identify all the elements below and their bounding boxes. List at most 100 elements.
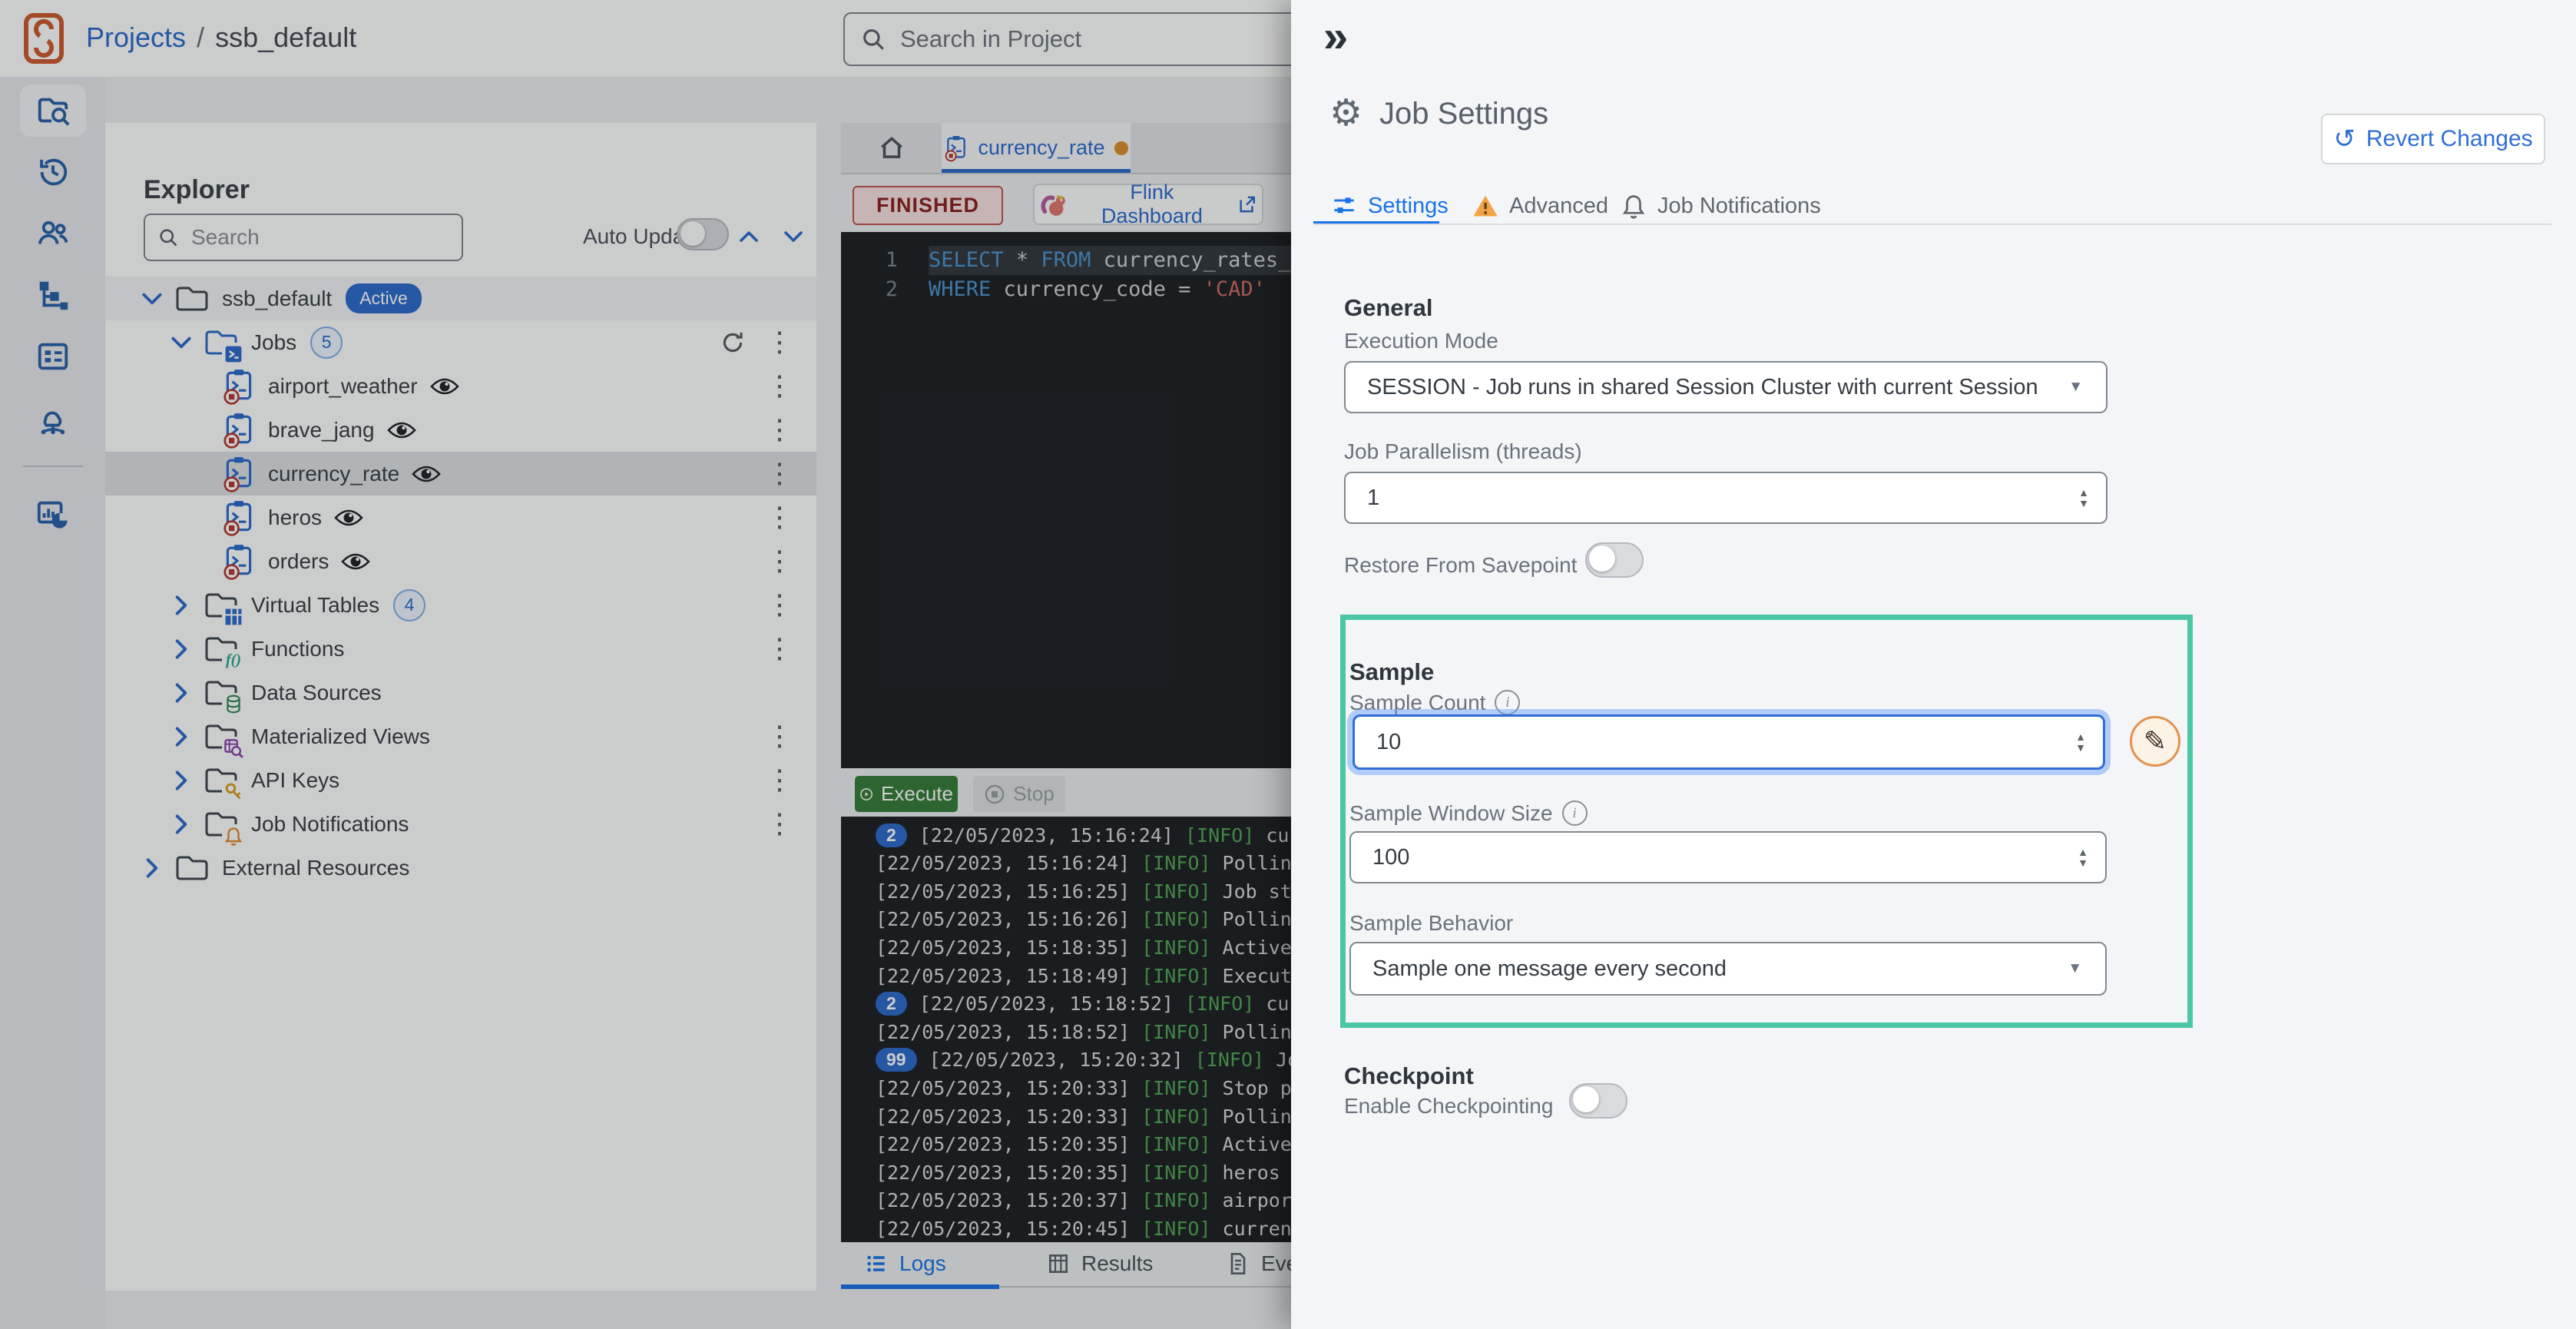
log-count-badge: 99	[876, 1048, 917, 1072]
log-line: [22/05/2023, 15:20:35] [INFO] Active	[876, 1131, 1292, 1158]
kebab-menu-icon[interactable]: ⋮	[766, 544, 793, 578]
results-icon	[1046, 1251, 1071, 1276]
chevron-right-icon[interactable]	[168, 680, 194, 706]
chevron-right-icon[interactable]	[168, 811, 194, 837]
chevron-right-icon[interactable]	[168, 724, 194, 750]
tab-label: currency_rate	[978, 136, 1104, 160]
restore-savepoint-label: Restore From Savepoint	[1344, 553, 1577, 578]
collapse-drawer-button[interactable]: »	[1323, 14, 1348, 60]
line-number: 2	[863, 275, 898, 304]
tree-item-heros[interactable]: heros⋮	[105, 495, 816, 539]
tree-item-functions[interactable]: f()Functions⋮	[105, 627, 816, 671]
ssb-app: Projects / ssb_default Explorer Auto Upd…	[0, 0, 2576, 1329]
kebab-menu-icon[interactable]: ⋮	[766, 763, 793, 797]
restore-savepoint-toggle[interactable]	[1585, 542, 1644, 578]
tree-item-brave-jang[interactable]: brave_jang⋮	[105, 408, 816, 452]
stop-icon	[984, 784, 1005, 805]
eye-icon[interactable]	[430, 376, 459, 396]
tree-item-ssb-default[interactable]: ssb_defaultActive	[105, 277, 816, 320]
chevron-down-icon[interactable]	[139, 286, 165, 312]
tree-item-currency-rate[interactable]: currency_rate⋮	[105, 452, 816, 495]
history-icon[interactable]	[20, 146, 86, 198]
eye-icon[interactable]	[334, 508, 363, 528]
execution-mode-select[interactable]: SESSION - Job runs in shared Session Clu…	[1344, 361, 2107, 413]
kebab-menu-icon[interactable]: ⋮	[766, 631, 793, 665]
cloud-resources-icon[interactable]	[20, 392, 86, 444]
chevron-down-icon[interactable]	[168, 330, 194, 356]
tab-settings[interactable]: Settings	[1331, 189, 1449, 223]
chevron-down-icon: ▼	[2068, 379, 2083, 396]
project-search-input[interactable]	[899, 25, 1270, 54]
log-line: [22/05/2023, 15:20:45] [INFO] currenc	[876, 1215, 1303, 1242]
tree-item-label: API Keys	[251, 768, 339, 793]
forms-icon[interactable]	[20, 330, 86, 383]
tree-item-materialized-views[interactable]: Materialized Views⋮	[105, 714, 816, 758]
tree-item-orders[interactable]: orders⋮	[105, 539, 816, 583]
kebab-menu-icon[interactable]: ⋮	[766, 325, 793, 359]
rail-divider	[23, 466, 83, 467]
number-spinner[interactable]: ▲▼	[2075, 731, 2086, 753]
job-icon	[944, 134, 968, 162]
revert-changes-button[interactable]: ↺ Revert Changes	[2321, 114, 2545, 164]
tree-item-virtual-tables[interactable]: Virtual Tables4⋮	[105, 583, 816, 627]
explorer-icon[interactable]	[20, 85, 86, 137]
sample-behavior-select[interactable]: Sample one message every second ▼	[1349, 942, 2107, 996]
chevron-down-icon[interactable]	[781, 224, 806, 249]
chevron-up-icon[interactable]	[737, 224, 761, 249]
project-search-box	[843, 12, 1369, 66]
info-icon[interactable]: i	[1562, 800, 1588, 826]
enable-checkpointing-label: Enable Checkpointing	[1344, 1094, 1553, 1119]
monitoring-icon[interactable]	[20, 489, 86, 541]
log-count-badge: 2	[876, 992, 907, 1016]
kebab-menu-icon[interactable]: ⋮	[766, 719, 793, 753]
info-icon[interactable]: i	[1495, 690, 1520, 715]
tree-item-label: Job Notifications	[251, 812, 409, 837]
eye-icon[interactable]	[341, 552, 370, 572]
kebab-menu-icon[interactable]: ⋮	[766, 413, 793, 446]
chevron-right-icon[interactable]	[139, 855, 165, 881]
execute-button[interactable]: Execute	[855, 776, 958, 812]
chevron-right-icon[interactable]	[168, 636, 194, 662]
breadcrumb-projects-link[interactable]: Projects	[86, 22, 186, 54]
flink-dashboard-button[interactable]: Flink Dashboard	[1033, 184, 1263, 225]
tab-job-notifications[interactable]: Job Notifications	[1621, 189, 1821, 223]
teams-icon[interactable]	[20, 207, 86, 260]
chevron-right-icon[interactable]	[168, 592, 194, 618]
chevron-right-icon[interactable]	[168, 767, 194, 794]
tab-logs[interactable]: Logs	[864, 1251, 946, 1276]
auto-update-toggle[interactable]	[677, 218, 729, 250]
number-spinner[interactable]: ▲▼	[2078, 487, 2089, 509]
sample-window-size-input[interactable]: 100 ▲▼	[1349, 831, 2107, 883]
kebab-menu-icon[interactable]: ⋮	[766, 369, 793, 403]
tree-item-airport-weather[interactable]: airport_weather⋮	[105, 364, 816, 408]
kebab-menu-icon[interactable]: ⋮	[766, 588, 793, 621]
job-parallelism-input[interactable]: 1 ▲▼	[1344, 472, 2107, 524]
breadcrumb-project-name: ssb_default	[215, 22, 356, 54]
tree-item-api-keys[interactable]: API Keys ⋮	[105, 758, 816, 802]
tree-item-data-sources[interactable]: Data Sources	[105, 671, 816, 714]
tree-item-external-resources[interactable]: External Resources	[105, 846, 816, 890]
tree-item-job-notifications[interactable]: Job Notifications ⋮	[105, 802, 816, 846]
kebab-menu-icon[interactable]: ⋮	[766, 500, 793, 534]
play-icon	[859, 784, 873, 805]
eye-icon[interactable]	[387, 420, 416, 440]
kebab-menu-icon[interactable]: ⋮	[766, 456, 793, 490]
tab-advanced[interactable]: Advanced	[1472, 189, 1608, 223]
active-status-badge: Active	[346, 283, 422, 313]
kebab-menu-icon[interactable]: ⋮	[766, 807, 793, 840]
tab-results[interactable]: Results	[1046, 1251, 1153, 1276]
sample-count-input[interactable]: 10 ▲▼	[1353, 714, 2105, 770]
lineage-icon[interactable]	[20, 269, 86, 321]
number-spinner[interactable]: ▲▼	[2078, 847, 2088, 868]
stop-button[interactable]: Stop	[973, 776, 1065, 812]
folder-bell-icon	[204, 807, 239, 841]
enable-checkpointing-toggle[interactable]	[1569, 1083, 1627, 1119]
refresh-icon[interactable]	[720, 330, 746, 356]
tab-currency-rate[interactable]: currency_rate	[942, 123, 1131, 173]
home-tab[interactable]	[841, 123, 942, 173]
eye-icon[interactable]	[412, 464, 441, 484]
code-line: 1SELECT * FROM currency_rates_fak	[841, 246, 1328, 275]
external-link-icon	[1237, 194, 1257, 215]
tree-item-jobs[interactable]: Jobs5⋮	[105, 320, 816, 364]
explorer-search-input[interactable]	[190, 224, 400, 250]
